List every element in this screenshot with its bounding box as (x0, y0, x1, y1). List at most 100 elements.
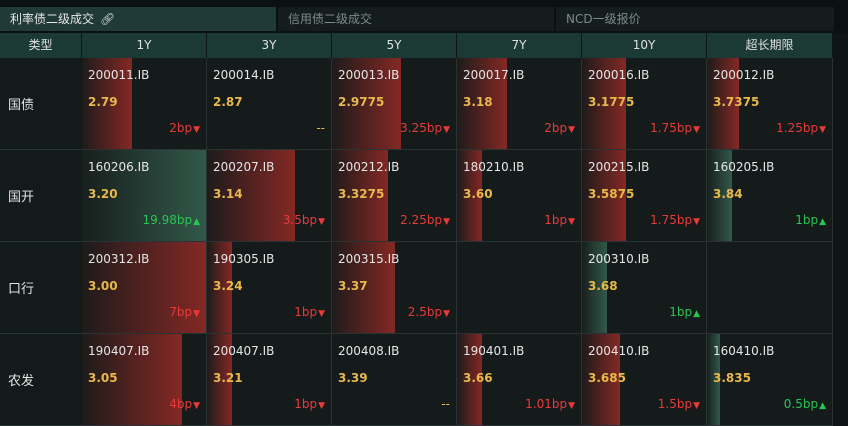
change-value: 2.5bp (407, 305, 443, 319)
bond-code[interactable]: 200017.IB (463, 68, 524, 82)
header-tenor-3Y[interactable]: 3Y (207, 33, 332, 58)
bond-code[interactable]: 200312.IB (88, 252, 149, 266)
bond-code[interactable]: 200012.IB (713, 68, 774, 82)
triangle-down-icon: ▼ (568, 217, 575, 227)
bond-code[interactable]: 200215.IB (588, 160, 649, 174)
header-tenor-7Y[interactable]: 7Y (457, 33, 582, 58)
bond-yield: 3.685 (588, 371, 626, 385)
bond-code[interactable]: 200310.IB (588, 252, 649, 266)
bond-code[interactable]: 200408.IB (338, 344, 399, 358)
bond-yield: 3.24 (213, 279, 243, 293)
bond-code[interactable]: 200410.IB (588, 344, 649, 358)
triangle-up-icon: ▲ (819, 217, 826, 227)
bond-code[interactable]: 190401.IB (463, 344, 524, 358)
bond-yield: 3.1775 (588, 95, 635, 109)
bond-cell[interactable]: 200310.IB 3.68 1bp▲ (582, 242, 707, 334)
bond-yield: 3.05 (88, 371, 118, 385)
tab-credit-bond[interactable]: 信用债二级成交 (278, 7, 554, 31)
bond-cell[interactable]: 190401.IB 3.66 1.01bp▼ (457, 334, 582, 426)
header-type: 类型 (0, 33, 82, 58)
bond-cell[interactable]: 190305.IB 3.24 1bp▼ (207, 242, 332, 334)
bond-code[interactable]: 200212.IB (338, 160, 399, 174)
yield-change: 1bp▲ (669, 305, 700, 319)
bond-yield: 3.00 (88, 279, 118, 293)
bond-cell[interactable]: 180210.IB 3.60 1bp▼ (457, 150, 582, 242)
triangle-down-icon: ▼ (693, 217, 700, 227)
bond-cell[interactable]: 160410.IB 3.835 0.5bp▲ (707, 334, 833, 426)
bond-cell[interactable]: 200315.IB 3.37 2.5bp▼ (332, 242, 457, 334)
tab-bar: 利率债二级成交 🔗︎ 信用债二级成交 NCD一级报价 (0, 0, 848, 34)
bond-cell[interactable]: 200410.IB 3.685 1.5bp▼ (582, 334, 707, 426)
header-tenor-10Y[interactable]: 10Y (582, 33, 707, 58)
triangle-down-icon: ▼ (568, 125, 575, 135)
bond-code[interactable]: 200315.IB (338, 252, 399, 266)
bond-cell[interactable]: 200312.IB 3.00 7bp▼ (82, 242, 207, 334)
tab-ncd-quote[interactable]: NCD一级报价 (556, 7, 834, 31)
header-tenor-超长期限[interactable]: 超长期限 (707, 33, 833, 58)
yield-change: 0.5bp▲ (784, 397, 826, 411)
bond-yield: 3.18 (463, 95, 493, 109)
tab-rate-bond[interactable]: 利率债二级成交 🔗︎ (0, 7, 276, 31)
bond-code[interactable]: 200013.IB (338, 68, 399, 82)
bond-cell[interactable]: 200014.IB 2.87 -- (207, 58, 332, 150)
bond-cell[interactable]: 200212.IB 3.3275 2.25bp▼ (332, 150, 457, 242)
bond-cell[interactable]: 200013.IB 2.9775 3.25bp▼ (332, 58, 457, 150)
triangle-down-icon: ▼ (193, 125, 200, 135)
triangle-down-icon: ▼ (819, 125, 826, 135)
change-value: 1bp (544, 213, 568, 227)
yield-change: 1.75bp▼ (650, 213, 700, 227)
change-value: 2bp (544, 121, 568, 135)
change-value: 2bp (169, 121, 193, 135)
change-value: 1.01bp (525, 397, 568, 411)
bond-cell[interactable]: 200215.IB 3.5875 1.75bp▼ (582, 150, 707, 242)
bond-cell[interactable]: 200012.IB 3.7375 1.25bp▼ (707, 58, 833, 150)
bond-yield: 3.7375 (713, 95, 760, 109)
bond-cell[interactable]: 160206.IB 3.20 19.98bp▲ (82, 150, 207, 242)
bond-cell[interactable]: 160205.IB 3.84 1bp▲ (707, 150, 833, 242)
change-value: 7bp (169, 305, 193, 319)
triangle-down-icon: ▼ (693, 125, 700, 135)
bond-code[interactable]: 160206.IB (88, 160, 149, 174)
header-tenor-5Y[interactable]: 5Y (332, 33, 457, 58)
bond-yield: 3.39 (338, 371, 368, 385)
bond-yield: 3.66 (463, 371, 493, 385)
triangle-down-icon: ▼ (443, 217, 450, 227)
bond-code[interactable]: 180210.IB (463, 160, 524, 174)
bond-yield: 3.14 (213, 187, 243, 201)
bond-yield: 3.37 (338, 279, 368, 293)
yield-change: 2.25bp▼ (400, 213, 450, 227)
bond-code[interactable]: 200011.IB (88, 68, 149, 82)
change-value: 2.25bp (400, 213, 443, 227)
triangle-up-icon: ▲ (819, 401, 826, 411)
header-tenor-1Y[interactable]: 1Y (82, 33, 207, 58)
bond-code[interactable]: 200207.IB (213, 160, 274, 174)
bond-cell[interactable]: 200407.IB 3.21 1bp▼ (207, 334, 332, 426)
link-icon[interactable]: 🔗︎ (100, 7, 115, 31)
yield-change: 1bp▼ (544, 213, 575, 227)
bond-code[interactable]: 190305.IB (213, 252, 274, 266)
bond-cell[interactable]: 200017.IB 3.18 2bp▼ (457, 58, 582, 150)
yield-change: 3.5bp▼ (283, 213, 325, 227)
change-value: 1.75bp (650, 121, 693, 135)
yield-change: -- (441, 397, 450, 411)
bond-code[interactable]: 160410.IB (713, 344, 774, 358)
triangle-down-icon: ▼ (443, 125, 450, 135)
change-value: 3.5bp (282, 213, 318, 227)
tab-label: NCD一级报价 (566, 12, 641, 26)
bond-cell[interactable]: 200408.IB 3.39 -- (332, 334, 457, 426)
yield-change: 1bp▼ (294, 397, 325, 411)
empty-cell (457, 242, 582, 334)
row-label: 国开 (0, 150, 82, 242)
yield-change: 1.25bp▼ (776, 121, 826, 135)
bond-code[interactable]: 190407.IB (88, 344, 149, 358)
bond-code[interactable]: 200014.IB (213, 68, 274, 82)
bond-code[interactable]: 160205.IB (713, 160, 774, 174)
bond-code[interactable]: 200407.IB (213, 344, 274, 358)
bond-cell[interactable]: 200016.IB 3.1775 1.75bp▼ (582, 58, 707, 150)
bond-cell[interactable]: 200011.IB 2.79 2bp▼ (82, 58, 207, 150)
bond-yield: 3.3275 (338, 187, 385, 201)
triangle-down-icon: ▼ (318, 401, 325, 411)
bond-code[interactable]: 200016.IB (588, 68, 649, 82)
bond-cell[interactable]: 200207.IB 3.14 3.5bp▼ (207, 150, 332, 242)
bond-cell[interactable]: 190407.IB 3.05 4bp▼ (82, 334, 207, 426)
